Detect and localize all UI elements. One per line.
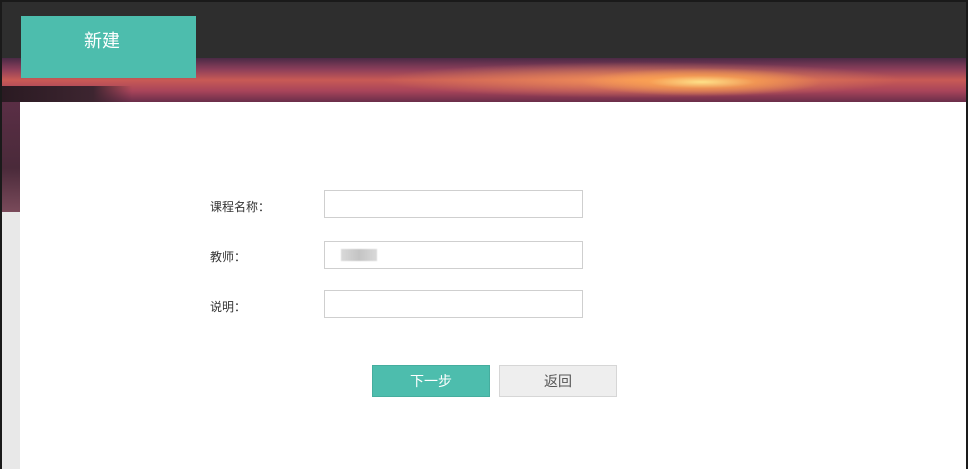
back-button[interactable]: 返回 [499,365,617,397]
app-window: 新建 课程名称： 教师： 说明： 下一步 返回 [0,0,968,469]
tab-new[interactable]: 新建 [21,16,196,78]
course-name-input[interactable] [324,190,583,218]
teacher-label: 教师： [210,250,247,264]
tab-new-label: 新建 [84,31,120,52]
teacher-value-redacted [341,249,377,261]
course-name-label: 课程名称： [210,200,271,214]
next-step-button[interactable]: 下一步 [372,365,490,397]
left-gutter [2,212,20,469]
banner-landmass [2,86,132,102]
form-panel: 课程名称： 教师： 说明： 下一步 返回 [21,102,966,469]
description-label: 说明： [210,300,247,314]
description-input[interactable] [324,290,583,318]
left-background-strip [2,102,20,212]
